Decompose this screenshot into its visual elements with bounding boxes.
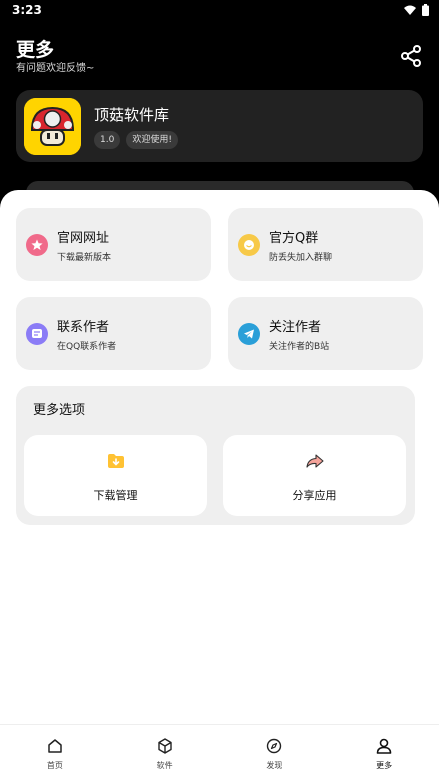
tile-title: 联系作者 (57, 320, 110, 335)
tile-desc: 下载最新版本 (57, 253, 112, 263)
more-options-title: 更多选项 (33, 403, 86, 418)
tile-follow-author[interactable]: 关注作者 关注作者的B站 (228, 297, 423, 370)
share-arrow-icon (305, 454, 324, 468)
tile-desc: 防丢失加入群聊 (269, 253, 333, 263)
option-label: 分享应用 (292, 489, 337, 502)
nav-more[interactable]: 更多 (329, 725, 439, 782)
battery-icon (422, 4, 429, 16)
app-name: 顶菇软件库 (94, 106, 170, 124)
star-icon (26, 234, 48, 256)
tile-official-site[interactable]: 官网网址 下载最新版本 (16, 208, 211, 281)
status-icons (404, 4, 429, 16)
nav-home[interactable]: 首页 (0, 725, 110, 782)
app-badges: 1.0 欢迎使用! (94, 131, 178, 149)
nav-discover[interactable]: 发现 (220, 725, 330, 782)
wifi-icon (404, 5, 416, 15)
tile-qq-group[interactable]: 官方Q群 防丢失加入群聊 (228, 208, 423, 281)
more-sheet: 官网网址 下载最新版本 官方Q群 防丢失加入群聊 联系作者 在QQ联系作者 关注… (0, 190, 439, 782)
chat-icon (26, 323, 48, 345)
user-icon (376, 738, 392, 754)
tile-title: 关注作者 (269, 320, 322, 335)
share-icon[interactable] (399, 44, 423, 68)
page-header: 更多 有问题欢迎反馈~ (16, 38, 423, 78)
nav-label: 软件 (156, 761, 173, 770)
tile-title: 官网网址 (57, 231, 110, 246)
download-manager-button[interactable]: 下载管理 (24, 435, 207, 516)
mushroom-logo-icon (24, 98, 81, 155)
tile-desc: 在QQ联系作者 (57, 342, 117, 352)
option-label: 下载管理 (93, 489, 138, 502)
nav-software[interactable]: 软件 (110, 725, 220, 782)
tile-title: 官方Q群 (269, 231, 319, 246)
telegram-icon (238, 323, 260, 345)
app-info-card[interactable]: 顶菇软件库 1.0 欢迎使用! (16, 90, 423, 162)
status-time: 3:23 (12, 3, 42, 17)
tile-desc: 关注作者的B站 (269, 342, 330, 352)
tile-contact-author[interactable]: 联系作者 在QQ联系作者 (16, 297, 211, 370)
status-bar: 3:23 (0, 0, 439, 24)
nav-label: 更多 (376, 761, 393, 770)
more-options-panel: 更多选项 下载管理 分享应用 (16, 386, 415, 525)
page-title: 更多 (16, 39, 55, 61)
nav-label: 发现 (266, 761, 283, 770)
compass-icon (267, 738, 282, 754)
bottom-nav: 首页 软件 发现 更多 (0, 724, 439, 782)
nav-label: 首页 (46, 761, 63, 770)
smile-icon (238, 234, 260, 256)
download-folder-icon (107, 454, 124, 468)
version-badge: 1.0 (94, 131, 121, 149)
home-icon (48, 739, 62, 753)
cube-icon (157, 738, 172, 754)
page-subtitle: 有问题欢迎反馈~ (16, 63, 95, 74)
welcome-badge: 欢迎使用! (126, 131, 178, 149)
share-app-button[interactable]: 分享应用 (223, 435, 406, 516)
